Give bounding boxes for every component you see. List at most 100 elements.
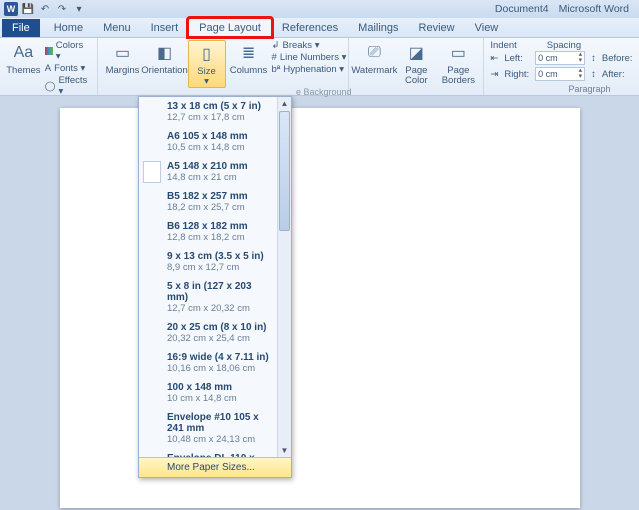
tab-references[interactable]: References [272, 19, 348, 37]
size-option[interactable]: B5 182 x 257 mm18,2 cm x 25,7 cm [139, 187, 277, 217]
size-option-title: 9 x 13 cm (3.5 x 5 in) [167, 251, 271, 262]
line-numbers-button[interactable]: #Line Numbers ▾ [272, 52, 347, 63]
undo-icon[interactable]: ↶ [38, 2, 52, 16]
margins-icon: ▭ [112, 42, 134, 64]
size-option[interactable]: 13 x 18 cm (5 x 7 in)12,7 cm x 17,8 cm [139, 97, 277, 127]
page-background-label-clipped: e Background [296, 87, 352, 97]
spacing-after-icon: ↕ [591, 69, 596, 80]
spacing-before-icon: ↕ [591, 53, 596, 64]
tab-review[interactable]: Review [409, 19, 465, 37]
size-option-sub: 20,32 cm x 25,4 cm [167, 333, 271, 344]
size-option-title: Envelope DL 110 x 220 mm [167, 453, 271, 457]
size-option-sub: 12,8 cm x 18,2 cm [167, 232, 271, 243]
breaks-button[interactable]: ↲Breaks ▾ [272, 40, 347, 51]
watermark-icon: ⎚ [363, 42, 385, 64]
size-option-title: 16:9 wide (4 x 7.11 in) [167, 352, 271, 363]
theme-fonts-button[interactable]: AFonts ▾ [45, 63, 91, 74]
redo-icon[interactable]: ↷ [55, 2, 69, 16]
more-paper-sizes-button[interactable]: More Paper Sizes... [139, 457, 291, 477]
dropdown-scrollbar[interactable]: ▲ ▼ [277, 97, 291, 457]
theme-effects-button[interactable]: ◯Effects ▾ [45, 75, 91, 97]
size-option-title: B6 128 x 182 mm [167, 221, 271, 232]
size-option[interactable]: 9 x 13 cm (3.5 x 5 in)8,9 cm x 12,7 cm [139, 247, 277, 277]
indent-label: Indent [490, 40, 516, 51]
size-option-title: 100 x 148 mm [167, 382, 271, 393]
workspace: e Background 13 x 18 cm (5 x 7 in)12,7 c… [0, 96, 639, 510]
tab-menu[interactable]: Menu [93, 19, 141, 37]
theme-colors-button[interactable]: Colors ▾ [45, 40, 91, 62]
size-option[interactable]: 100 x 148 mm10 cm x 14,8 cm [139, 378, 277, 408]
hyphenation-button[interactable]: bªHyphenation ▾ [272, 64, 347, 75]
size-option-sub: 18,2 cm x 25,7 cm [167, 202, 271, 213]
word-app-icon[interactable]: W [4, 2, 18, 16]
scroll-down-icon[interactable]: ▼ [278, 444, 291, 457]
size-option[interactable]: 5 x 8 in (127 x 203 mm)12,7 cm x 20,32 c… [139, 277, 277, 318]
tab-file[interactable]: File [2, 19, 40, 37]
fonts-icon: A [45, 63, 51, 74]
indent-right-icon: ⇥ [490, 69, 498, 80]
group-label-paragraph: Paragraph [490, 84, 639, 95]
size-option[interactable]: Envelope #10 105 x 241 mm10,48 cm x 24,1… [139, 408, 277, 449]
scroll-thumb[interactable] [279, 111, 290, 231]
page-thumb-icon [143, 161, 161, 183]
indent-left-input[interactable]: 0 cm▴▾ [535, 51, 585, 65]
tab-home[interactable]: Home [44, 19, 93, 37]
scroll-up-icon[interactable]: ▲ [278, 97, 291, 110]
tab-mailings[interactable]: Mailings [348, 19, 408, 37]
size-dropdown-list: 13 x 18 cm (5 x 7 in)12,7 cm x 17,8 cmA6… [139, 97, 277, 457]
themes-icon: Aa [12, 42, 34, 64]
ribbon-tabs: File Home Menu Insert Page Layout Refere… [0, 18, 639, 38]
size-option-title: Envelope #10 105 x 241 mm [167, 412, 271, 434]
qat-custom-icon[interactable]: ▾ [72, 2, 86, 16]
size-option-title: 13 x 18 cm (5 x 7 in) [167, 101, 271, 112]
indent-left-icon: ⇤ [490, 53, 498, 64]
size-option[interactable]: A5 148 x 210 mm14,8 cm x 21 cm [139, 157, 277, 187]
size-option-sub: 14,8 cm x 21 cm [167, 172, 271, 183]
breaks-icon: ↲ [272, 40, 280, 51]
tab-page-layout[interactable]: Page Layout [188, 18, 272, 37]
size-option[interactable]: Envelope DL 110 x 220 mm11 cm x 22 cm [139, 449, 277, 457]
indent-right-input[interactable]: 0 cm▴▾ [535, 67, 585, 81]
themes-button[interactable]: Aa Themes [6, 40, 41, 97]
hyphenation-icon: bª [272, 64, 281, 75]
group-themes: Aa Themes Colors ▾ AFonts ▾ ◯Effects ▾ T… [0, 38, 98, 95]
size-option-sub: 10,16 cm x 18,06 cm [167, 363, 271, 374]
app-name: Microsoft Word [559, 3, 629, 15]
size-option[interactable]: 20 x 25 cm (8 x 10 in)20,32 cm x 25,4 cm [139, 318, 277, 348]
page-color-button[interactable]: ◪Page Color [397, 40, 435, 86]
size-option-title: 20 x 25 cm (8 x 10 in) [167, 322, 271, 333]
size-option-title: 5 x 8 in (127 x 203 mm) [167, 281, 271, 303]
page-borders-button[interactable]: ▭Page Borders [439, 40, 477, 86]
size-option-sub: 12,7 cm x 20,32 cm [167, 303, 271, 314]
title-text: Document4 Microsoft Word [495, 3, 635, 15]
title-bar: W 💾 ↶ ↷ ▾ Document4 Microsoft Word [0, 0, 639, 18]
document-name: Document4 [495, 3, 549, 15]
columns-button[interactable]: ≣Columns [230, 40, 268, 88]
columns-icon: ≣ [238, 42, 260, 64]
margins-button[interactable]: ▭Margins [104, 40, 142, 88]
size-option-sub: 8,9 cm x 12,7 cm [167, 262, 271, 273]
size-icon: ▯ [196, 43, 218, 65]
watermark-button[interactable]: ⎚Watermark [355, 40, 393, 86]
group-paragraph: Indent Spacing ⇤ Left: 0 cm▴▾ ↕ Before: … [484, 38, 639, 95]
size-option-title: A6 105 x 148 mm [167, 131, 271, 142]
size-option-sub: 10,48 cm x 24,13 cm [167, 434, 271, 445]
size-option[interactable]: B6 128 x 182 mm12,8 cm x 18,2 cm [139, 217, 277, 247]
size-option[interactable]: A6 105 x 148 mm10,5 cm x 14,8 cm [139, 127, 277, 157]
size-option[interactable]: 16:9 wide (4 x 7.11 in)10,16 cm x 18,06 … [139, 348, 277, 378]
size-button[interactable]: ▯Size▾ [188, 40, 226, 88]
tab-view[interactable]: View [465, 19, 509, 37]
line-numbers-icon: # [272, 52, 277, 63]
tab-insert[interactable]: Insert [141, 19, 189, 37]
size-option-sub: 12,7 cm x 17,8 cm [167, 112, 271, 123]
orientation-icon: ◧ [154, 42, 176, 64]
orientation-button[interactable]: ◧Orientation [146, 40, 184, 88]
save-icon[interactable]: 💾 [21, 2, 35, 16]
effects-icon: ◯ [45, 81, 56, 92]
page-color-icon: ◪ [405, 42, 427, 64]
group-page-background: ⎚Watermark ◪Page Color ▭Page Borders [349, 38, 484, 95]
size-option-title: B5 182 x 257 mm [167, 191, 271, 202]
spacing-label: Spacing [547, 40, 581, 51]
size-dropdown: 13 x 18 cm (5 x 7 in)12,7 cm x 17,8 cmA6… [138, 96, 292, 478]
size-option-sub: 10,5 cm x 14,8 cm [167, 142, 271, 153]
